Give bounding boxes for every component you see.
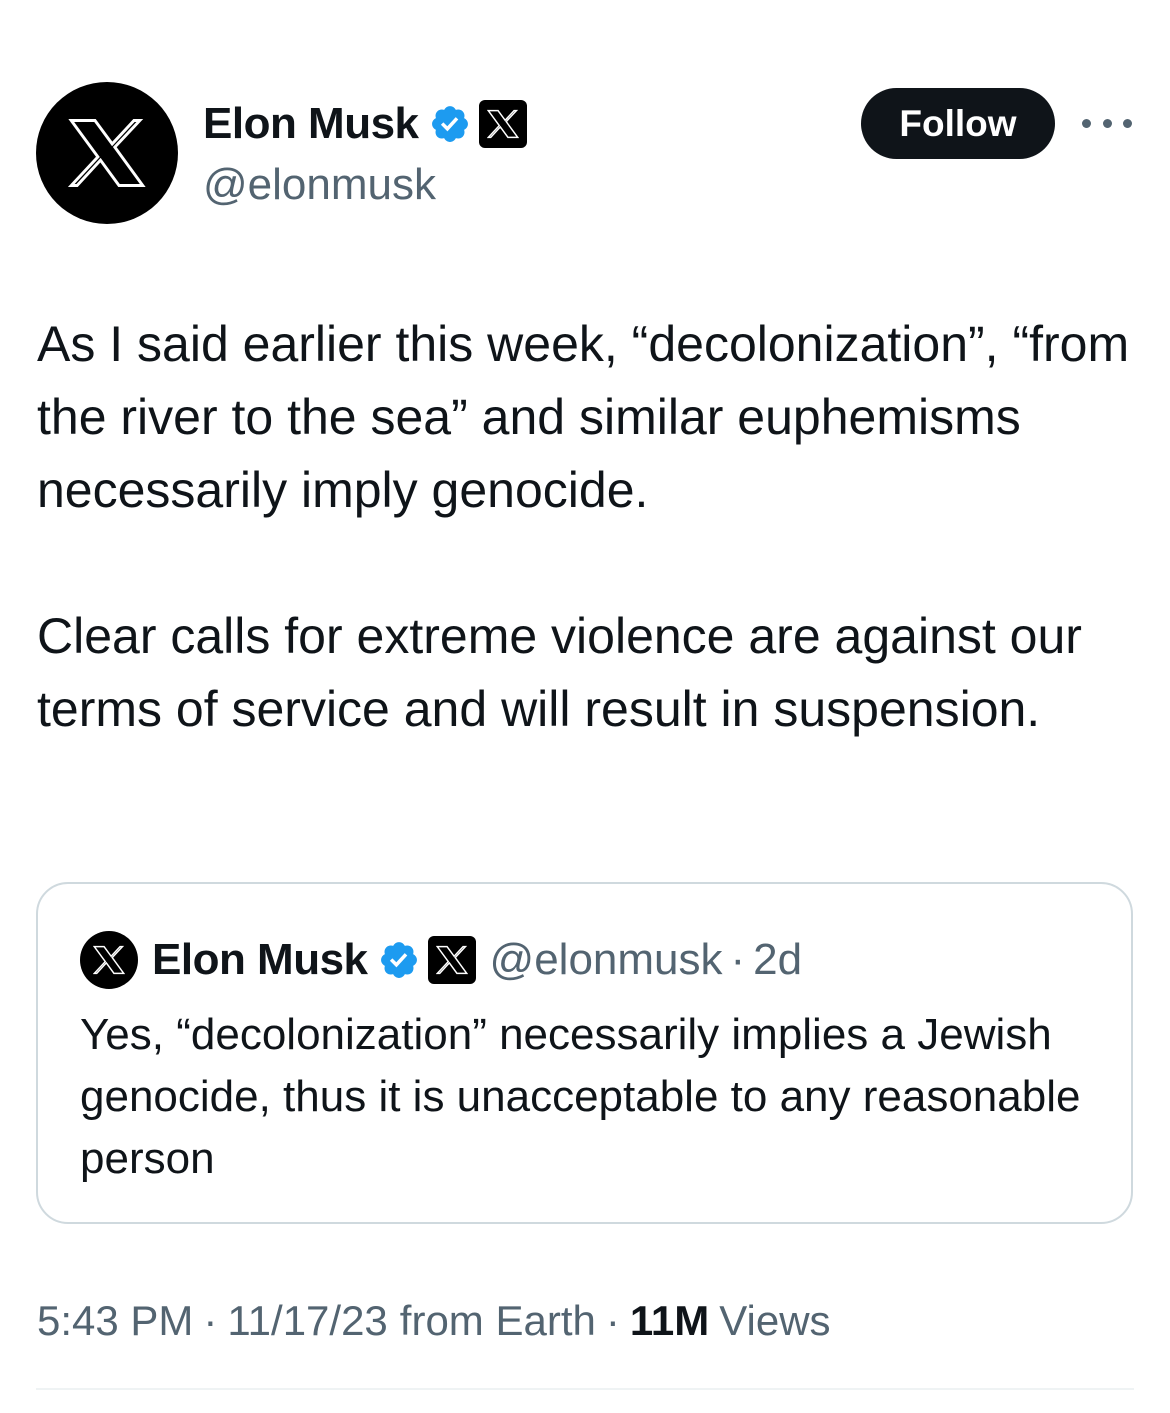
author-handle[interactable]: @elonmusk [203,160,436,210]
quoted-display-name: Elon Musk [152,935,368,984]
quoted-handle: @elonmusk [489,935,723,984]
x-affiliate-badge-icon [427,936,476,984]
tweet-paragraph: As I said earlier this week, “decoloniza… [37,316,1130,518]
divider [36,1388,1134,1390]
tweet-text: As I said earlier this week, “decoloniza… [37,308,1137,746]
quoted-timestamp: 2d [753,935,803,984]
x-affiliate-badge-icon[interactable] [478,100,527,148]
meta-separator: · [203,1297,218,1344]
views-count[interactable]: 11M [630,1297,709,1345]
verified-badge-icon [378,939,420,981]
tweet-meta: 5:43 PM · 11/17/23 from Earth · 11M View… [37,1297,831,1345]
meta-separator: · [605,1297,620,1344]
quoted-avatar [80,931,138,989]
quoted-separator: · [730,935,746,984]
avatar[interactable] [36,82,178,224]
quoted-tweet-header: Elon Musk @elonmusk · 2d [80,931,803,989]
follow-button[interactable]: Follow [861,88,1055,159]
tweet-detail: Elon Musk @elonmusk Follow As I said ear… [0,0,1170,1413]
author-name-row[interactable]: Elon Musk [203,96,527,152]
quoted-tweet-text: Yes, “decolonization” necessarily implie… [80,1010,1081,1183]
more-options-icon[interactable] [1082,108,1132,138]
more-dot [1102,118,1112,128]
more-dot [1123,118,1132,128]
views-label[interactable]: Views [719,1297,830,1345]
more-dot [1082,118,1091,128]
quoted-tweet-card[interactable]: Elon Musk @elonmusk · 2d Yes, “decoloniz… [36,882,1133,1224]
x-logo-icon [93,945,125,975]
verified-badge-icon[interactable] [429,103,471,145]
author-display-name[interactable]: Elon Musk [203,99,419,149]
x-logo-icon [68,119,146,187]
tweet-time[interactable]: 5:43 PM [37,1297,193,1345]
tweet-source: from Earth [399,1297,596,1344]
tweet-paragraph: Clear calls for extreme violence are aga… [37,608,1082,737]
tweet-date[interactable]: 11/17/23 [227,1297,387,1345]
